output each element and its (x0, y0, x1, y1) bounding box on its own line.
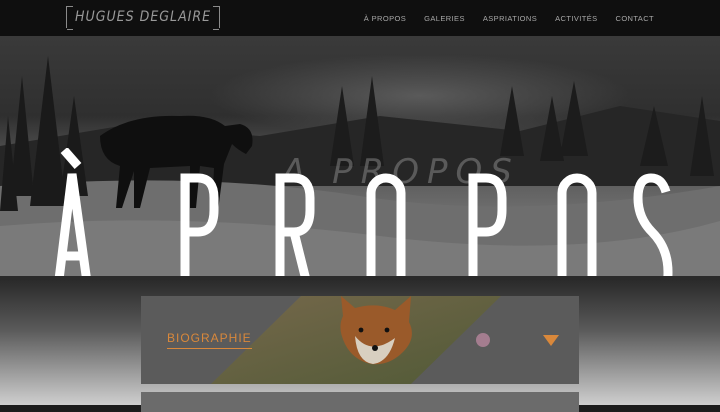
hero-banner: A PROPOS (0, 36, 720, 276)
site-logo[interactable]: HUGUES DEGLAIRE (66, 6, 221, 30)
hero-title-glyphs (54, 147, 673, 276)
nav-item-activites[interactable]: ACTIVITÉS (555, 14, 597, 23)
navbar: HUGUES DEGLAIRE À PROPOS GALERIES ASPRIA… (0, 0, 720, 36)
hero-title (48, 147, 678, 276)
nav-item-aspirations[interactable]: ASPRIATIONS (483, 14, 537, 23)
nav-item-galeries[interactable]: GALERIES (424, 14, 465, 23)
main-nav: À PROPOS GALERIES ASPRIATIONS ACTIVITÉS … (364, 0, 654, 36)
second-panel[interactable] (141, 392, 579, 412)
nav-item-contact[interactable]: CONTACT (616, 14, 655, 23)
nav-item-a-propos[interactable]: À PROPOS (364, 14, 406, 23)
biographie-label[interactable]: BIOGRAPHIE (167, 331, 252, 349)
triangle-down-icon[interactable] (543, 335, 559, 346)
biographie-panel[interactable]: BIOGRAPHIE (141, 296, 579, 384)
